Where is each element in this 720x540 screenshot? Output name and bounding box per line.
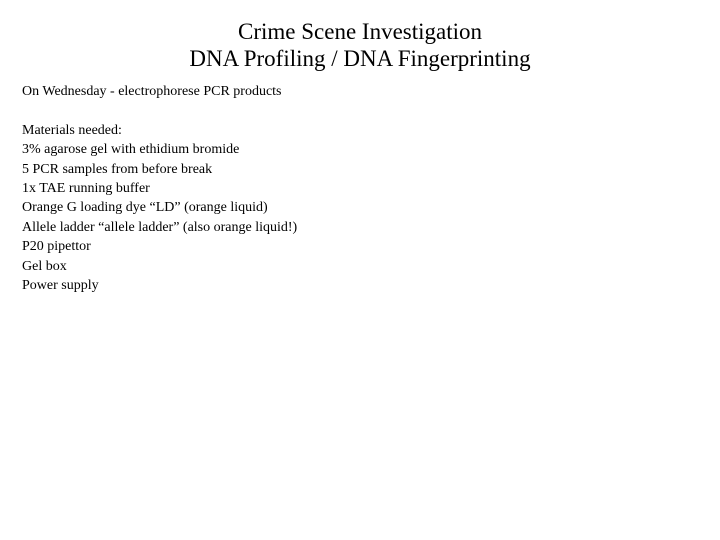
materials-item: P20 pipettor [22,239,91,255]
slide-title: Crime Scene Investigation DNA Profiling … [0,18,720,72]
intro-text: On Wednesday - electrophorese PCR produc… [22,84,282,99]
slide-body: On Wednesday - electrophorese PCR produc… [22,82,297,295]
materials-item: Gel box [22,258,67,274]
materials-list: 3% agarose gel with ethidium bromide 5 P… [22,140,297,295]
materials-heading: Materials needed: [22,122,122,138]
materials-item: Allele ladder “allele ladder” (also oran… [22,219,298,235]
materials-item: Power supply [22,278,99,294]
materials-item: 1x TAE running buffer [22,181,150,197]
title-line-1: Crime Scene Investigation [238,19,482,44]
materials-item: 5 PCR samples from before break [22,161,213,177]
materials-item: 3% agarose gel with ethidium bromide [22,142,240,158]
title-line-2: DNA Profiling / DNA Fingerprinting [189,46,531,71]
materials-item: Orange G loading dye “LD” (orange liquid… [22,200,268,216]
